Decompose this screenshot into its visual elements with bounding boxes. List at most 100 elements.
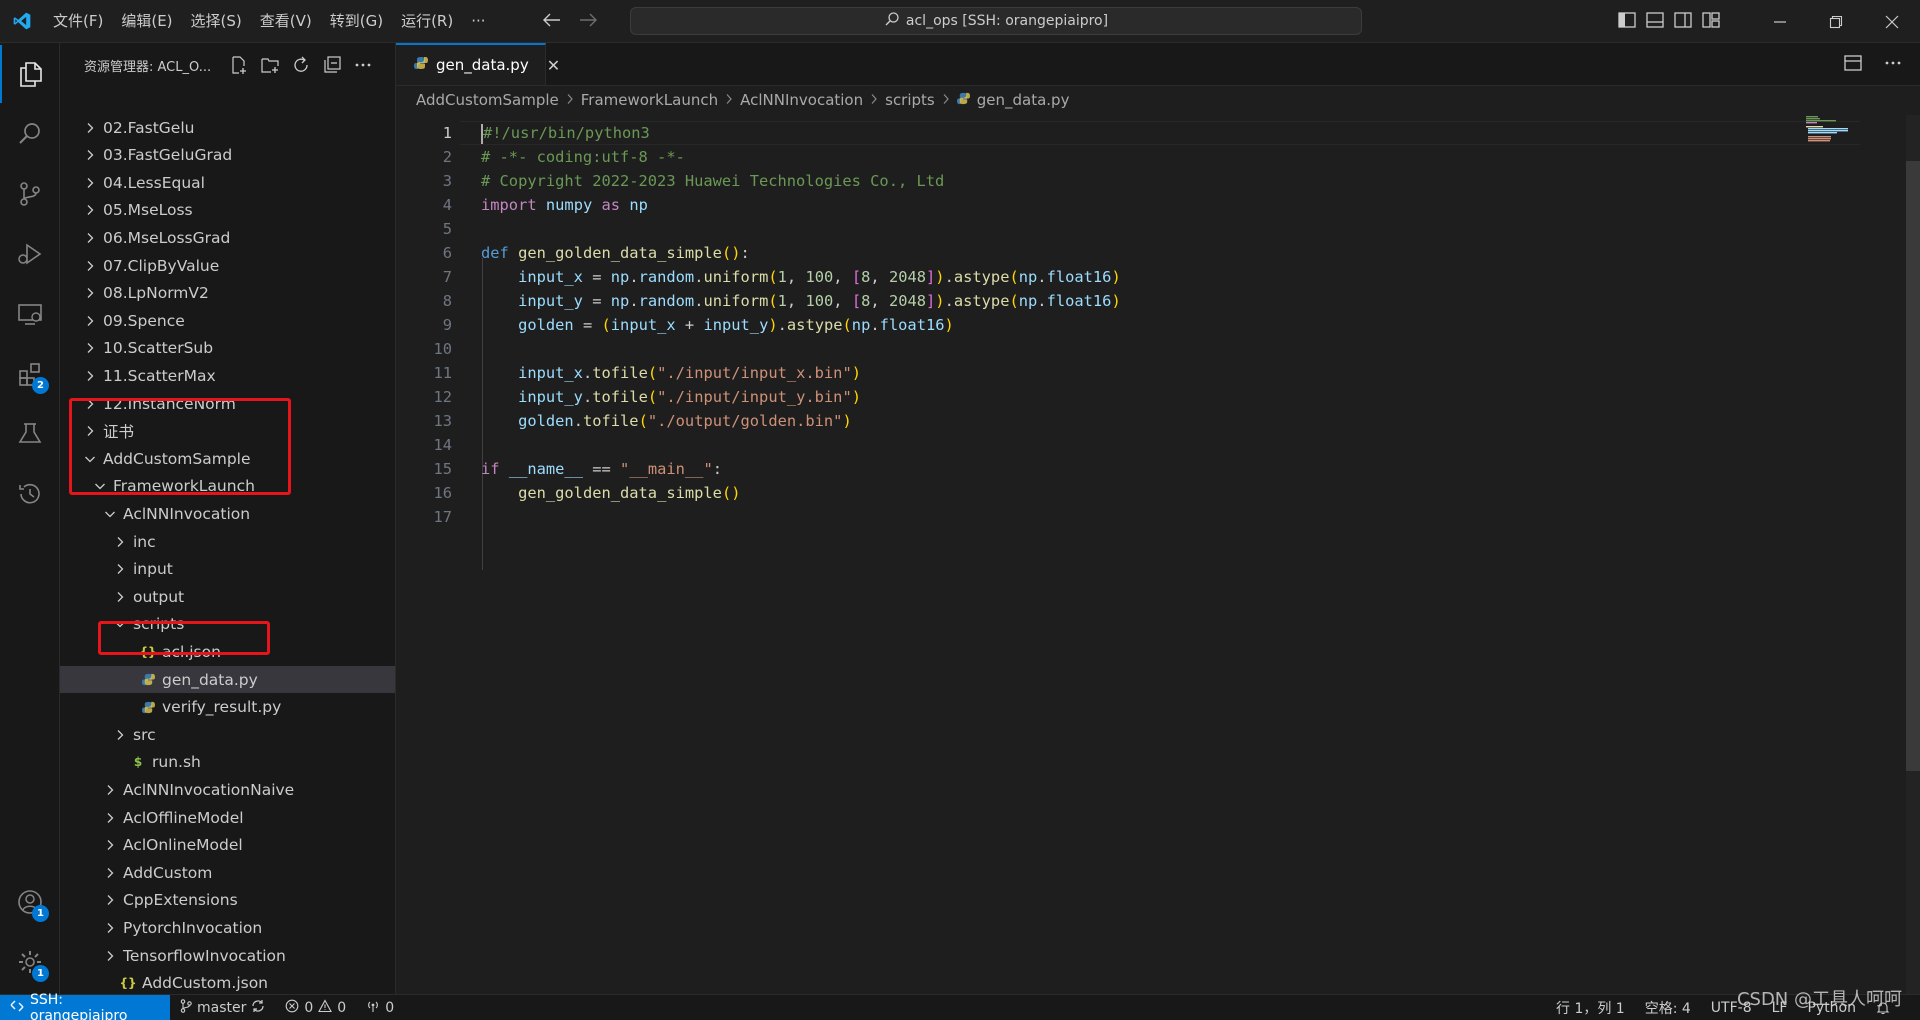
chevron-right-icon[interactable] [82, 147, 98, 163]
branch-indicator[interactable]: master [170, 998, 275, 1017]
code-line[interactable]: 11 input_x.tofile("./input/input_x.bin") [396, 361, 1786, 385]
toggle-primary-sidebar-icon[interactable] [1618, 11, 1636, 32]
run-debug-icon[interactable] [0, 225, 60, 283]
menu-item[interactable]: 编辑(E) [112, 0, 181, 43]
restore-icon[interactable] [1808, 0, 1864, 43]
tree-folder[interactable]: src [60, 721, 395, 748]
tree-file[interactable]: {} AddCustom.json [60, 970, 395, 994]
code-line[interactable]: 12 input_y.tofile("./input/input_y.bin") [396, 385, 1786, 409]
accounts-icon[interactable]: 1 [0, 873, 60, 931]
tree-folder[interactable]: PytorchInvocation [60, 914, 395, 941]
code-line[interactable]: 13 golden.tofile("./output/golden.bin") [396, 409, 1786, 433]
menu-item[interactable]: 文件(F) [44, 0, 112, 43]
breadcrumb-item[interactable]: FrameworkLaunch [581, 91, 718, 109]
menu-item[interactable]: 转到(G) [321, 0, 392, 43]
tree-folder[interactable]: output [60, 583, 395, 610]
remote-explorer-icon[interactable] [0, 285, 60, 343]
code-line[interactable]: 9 golden = (input_x + input_y).astype(np… [396, 313, 1786, 337]
code-line[interactable]: 17 [396, 505, 1786, 529]
toggle-panel-icon[interactable] [1646, 11, 1664, 32]
explorer-icon[interactable] [0, 45, 60, 103]
chevron-right-icon[interactable] [82, 120, 98, 136]
indentation[interactable]: 空格: 4 [1635, 998, 1701, 1018]
extensions-icon[interactable]: 2 [0, 345, 60, 403]
tree-folder[interactable]: 02.FastGelu [60, 114, 395, 141]
close-window-icon[interactable] [1864, 0, 1920, 43]
tree-folder[interactable]: inc [60, 528, 395, 555]
chevron-right-icon[interactable] [82, 340, 98, 356]
menu-item[interactable]: 选择(S) [182, 0, 251, 43]
chevron-right-icon[interactable] [82, 313, 98, 329]
breadcrumb-item[interactable]: scripts [885, 91, 935, 109]
menu-item[interactable]: 运行(R) [392, 0, 462, 43]
chevron-right-icon[interactable] [82, 175, 98, 191]
tree-folder[interactable]: AclNNInvocation [60, 500, 395, 527]
new-file-icon[interactable] [229, 55, 249, 75]
code-line[interactable]: 3 # Copyright 2022-2023 Huawei Technologi… [396, 169, 1786, 193]
chevron-right-icon[interactable] [102, 810, 118, 826]
chevron-right-icon[interactable] [102, 892, 118, 908]
tree-file[interactable]: $ run.sh [60, 749, 395, 776]
manage-gear-icon[interactable]: 1 [0, 933, 60, 991]
chevron-down-icon[interactable] [102, 506, 118, 522]
tree-folder[interactable]: CppExtensions [60, 887, 395, 914]
chevron-right-icon[interactable] [112, 561, 128, 577]
code-line[interactable]: 7 input_x = np.random.uniform(1, 100, [8… [396, 265, 1786, 289]
tree-folder[interactable]: 06.MseLossGrad [60, 224, 395, 251]
tree-folder[interactable]: 10.ScatterSub [60, 335, 395, 362]
code-line[interactable]: 15 if __name__ == "__main__": [396, 457, 1786, 481]
minimize-icon[interactable] [1752, 0, 1808, 43]
chevron-right-icon[interactable] [112, 534, 128, 550]
code-line[interactable]: 14 [396, 433, 1786, 457]
code-line[interactable]: 4 import numpy as np [396, 193, 1786, 217]
close-tab-icon[interactable]: ✕ [547, 56, 560, 75]
source-control-icon[interactable] [0, 165, 60, 223]
search-view-icon[interactable] [0, 105, 60, 163]
chevron-right-icon[interactable] [82, 285, 98, 301]
tree-folder[interactable]: 04.LessEqual [60, 169, 395, 196]
chevron-right-icon[interactable] [112, 589, 128, 605]
refresh-icon[interactable] [291, 55, 311, 75]
chevron-right-icon[interactable] [102, 782, 118, 798]
chevron-right-icon[interactable] [82, 202, 98, 218]
testing-icon[interactable] [0, 405, 60, 463]
code-line[interactable]: 8 input_y = np.random.uniform(1, 100, [8… [396, 289, 1786, 313]
chevron-right-icon[interactable] [102, 865, 118, 881]
tree-folder[interactable]: 09.Spence [60, 307, 395, 334]
chevron-right-icon[interactable] [102, 948, 118, 964]
minimap[interactable] [1806, 115, 1878, 145]
tab-gen-data-py[interactable]: gen_data.py ✕ [396, 43, 560, 85]
customize-layout-icon[interactable] [1702, 11, 1720, 32]
tree-folder[interactable]: 11.ScatterMax [60, 362, 395, 389]
cursor-position[interactable]: 行 1，列 1 [1546, 998, 1635, 1018]
code-line[interactable]: 1 #!/usr/bin/python3 [396, 121, 1860, 145]
problems-indicator[interactable]: 0 0 [275, 998, 356, 1017]
remote-indicator[interactable]: SSH: orangepiaipro [0, 992, 170, 1020]
tree-folder[interactable]: AclOnlineModel [60, 832, 395, 859]
menu-more[interactable]: ··· [462, 0, 494, 43]
breadcrumb-item[interactable]: gen_data.py [977, 91, 1070, 109]
tree-folder[interactable]: TensorflowInvocation [60, 942, 395, 969]
chevron-right-icon[interactable] [82, 230, 98, 246]
editor-more-icon[interactable] [1884, 54, 1902, 76]
chevron-right-icon[interactable] [112, 727, 128, 743]
timeline-icon[interactable] [0, 465, 60, 523]
tree-file[interactable]: verify_result.py [60, 694, 395, 721]
split-editor-icon[interactable] [1844, 54, 1862, 75]
code-line[interactable]: 16 gen_golden_data_simple() [396, 481, 1786, 505]
ports-indicator[interactable]: 0 [356, 999, 404, 1017]
go-forward-icon[interactable] [577, 11, 599, 32]
go-back-icon[interactable] [541, 11, 563, 32]
code-line[interactable]: 10 [396, 337, 1786, 361]
tree-folder[interactable]: AclOfflineModel [60, 804, 395, 831]
more-actions-icon[interactable] [353, 55, 373, 75]
breadcrumb-item[interactable]: AclNNInvocation [740, 91, 863, 109]
code-line[interactable]: 2 # -*- coding:utf-8 -*- [396, 145, 1786, 169]
scrollbar-thumb[interactable] [1906, 161, 1920, 771]
code-line[interactable]: 5 [396, 217, 1786, 241]
new-folder-icon[interactable] [260, 55, 280, 75]
tree-file[interactable]: gen_data.py [60, 666, 395, 693]
toggle-secondary-sidebar-icon[interactable] [1674, 11, 1692, 32]
chevron-right-icon[interactable] [82, 258, 98, 274]
tree-folder[interactable]: 05.MseLoss [60, 197, 395, 224]
